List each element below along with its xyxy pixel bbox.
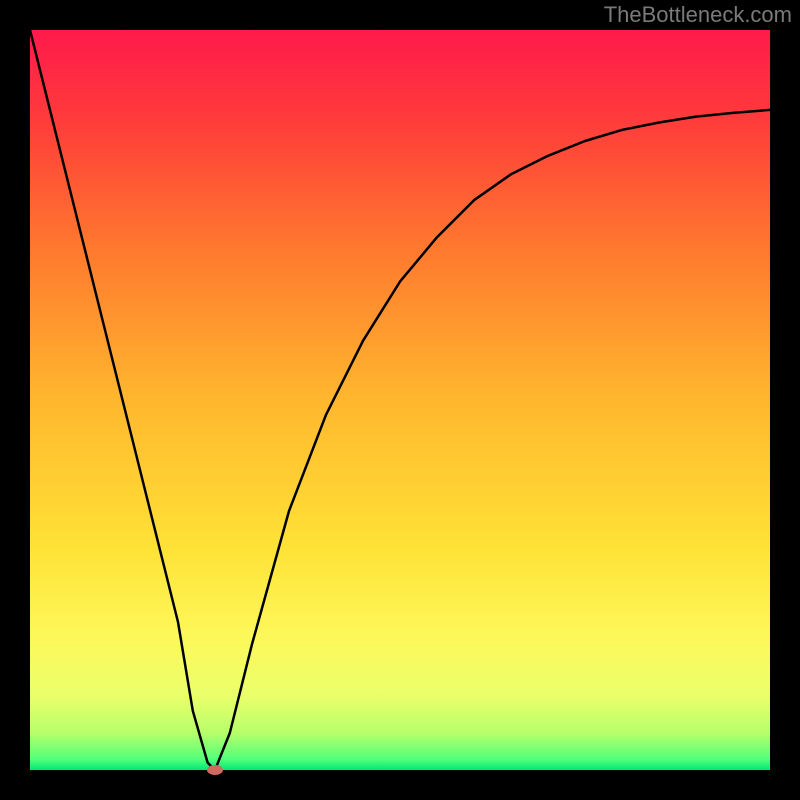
- minimum-marker-icon: [207, 765, 223, 775]
- plot-area: [30, 30, 770, 770]
- bottleneck-curve: [30, 30, 770, 770]
- watermark-text: TheBottleneck.com: [604, 2, 792, 28]
- chart-container: TheBottleneck.com: [0, 0, 800, 800]
